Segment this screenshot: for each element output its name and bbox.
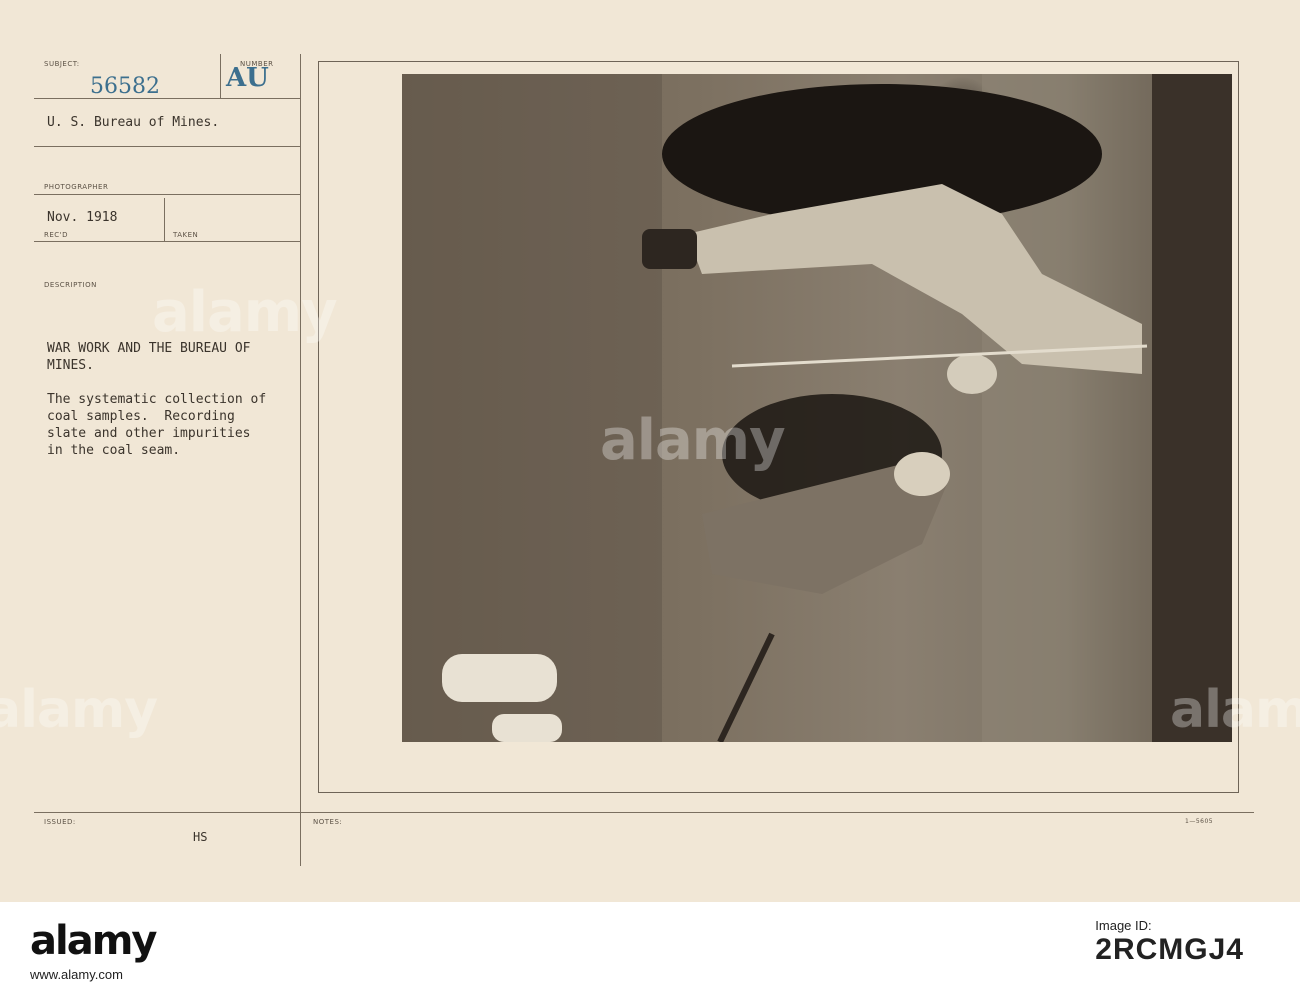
description-body: The systematic collection of coal sample… [47, 392, 267, 458]
watermark-left-edge: alamy [0, 680, 158, 740]
alamy-url[interactable]: www.alamy.com [30, 967, 123, 982]
form-code: 1—5605 [1185, 818, 1214, 825]
description-title: WAR WORK AND THE BUREAU OF MINES. [47, 341, 251, 373]
watermark-right-edge: alamy [1170, 680, 1300, 740]
image-id-label: Image ID: [1095, 918, 1152, 933]
rule-column-divider [300, 54, 301, 866]
image-id-value: 2RCMGJ4 [1095, 933, 1244, 966]
issued-label: ISSUED: [44, 818, 76, 826]
rule-taken-divider [164, 198, 165, 241]
photo-illustration [402, 74, 1232, 742]
rule-issued [34, 812, 1254, 813]
photographer-label: PHOTOGRAPHER [44, 183, 109, 191]
rule-number-divider [220, 54, 221, 98]
watermark-center: alamy [600, 408, 786, 473]
rule-agency [34, 146, 300, 147]
taken-label: TAKEN [173, 231, 199, 239]
watermark-left-top: alamy [152, 280, 338, 345]
description-block: WAR WORK AND THE BUREAU OF MINES. The sy… [47, 340, 266, 476]
rule-photographer [34, 194, 300, 195]
notes-label: NOTES: [313, 818, 343, 826]
subject-number: 56582 [90, 74, 160, 99]
number-code: AU [226, 63, 269, 93]
date-text: Nov. 1918 [47, 210, 118, 225]
rule-date [34, 241, 300, 242]
recd-label: REC'D [44, 231, 68, 239]
agency-text: U. S. Bureau of Mines. [47, 115, 220, 130]
issued-initials: HS [193, 830, 208, 844]
subject-label: SUBJECT: [44, 60, 80, 68]
record-card: SUBJECT: NUMBER PHOTOGRAPHER REC'D TAKEN… [0, 0, 1300, 902]
image-id-block: Image ID: 2RCMGJ4 [1095, 918, 1244, 967]
description-label: DESCRIPTION [44, 281, 97, 289]
alamy-logo[interactable]: alamy [30, 918, 157, 964]
rule-subject [34, 98, 300, 99]
mine-photograph [402, 74, 1232, 742]
